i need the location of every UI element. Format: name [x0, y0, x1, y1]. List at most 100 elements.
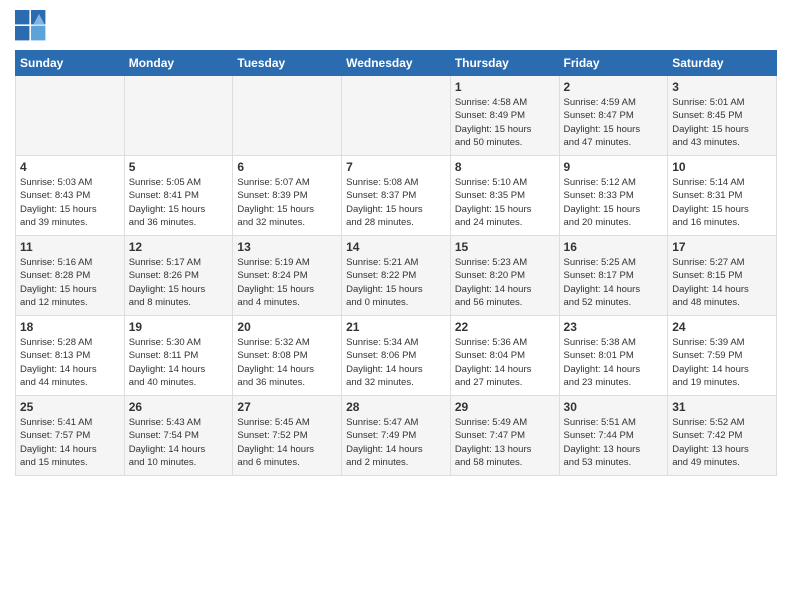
day-number: 8	[455, 160, 555, 174]
header-cell-tuesday: Tuesday	[233, 51, 342, 76]
day-number: 23	[564, 320, 664, 334]
day-number: 22	[455, 320, 555, 334]
day-cell: 5Sunrise: 5:05 AM Sunset: 8:41 PM Daylig…	[124, 156, 233, 236]
day-cell: 29 Sunrise: 5:49 AM Sunset: 7:47 PM Dayli…	[450, 396, 559, 476]
day-info: Sunrise: 4:59 AM Sunset: 8:47 PM Dayligh…	[564, 96, 664, 149]
day-info: Sunrise: 5:25 AM Sunset: 8:17 PM Dayligh…	[564, 256, 664, 309]
day-info: Sunrise: 5:05 AM Sunset: 8:41 PM Dayligh…	[129, 176, 229, 229]
week-row-3: 18 Sunrise: 5:28 AM Sunset: 8:13 PM Dayli…	[16, 316, 777, 396]
day-info: Sunrise: 5:45 AM Sunset: 7:52 PM Dayligh…	[237, 416, 337, 469]
day-cell: 9Sunrise: 5:12 AM Sunset: 8:33 PM Daylig…	[559, 156, 668, 236]
day-number: 13	[237, 240, 337, 254]
day-number: 2	[564, 80, 664, 94]
day-number: 15	[455, 240, 555, 254]
page-container: SundayMondayTuesdayWednesdayThursdayFrid…	[0, 0, 792, 486]
day-info: Sunrise: 5:08 AM Sunset: 8:37 PM Dayligh…	[346, 176, 446, 229]
week-row-0: 1Sunrise: 4:58 AM Sunset: 8:49 PM Daylig…	[16, 76, 777, 156]
day-number: 28	[346, 400, 446, 414]
day-number: 12	[129, 240, 229, 254]
day-number: 10	[672, 160, 772, 174]
day-info: Sunrise: 5:43 AM Sunset: 7:54 PM Dayligh…	[129, 416, 229, 469]
day-info: Sunrise: 5:36 AM Sunset: 8:04 PM Dayligh…	[455, 336, 555, 389]
day-number: 6	[237, 160, 337, 174]
day-info: Sunrise: 5:49 AM Sunset: 7:47 PM Dayligh…	[455, 416, 555, 469]
day-number: 14	[346, 240, 446, 254]
day-number: 19	[129, 320, 229, 334]
calendar-table: SundayMondayTuesdayWednesdayThursdayFrid…	[15, 50, 777, 476]
day-cell: 15 Sunrise: 5:23 AM Sunset: 8:20 PM Dayli…	[450, 236, 559, 316]
day-cell: 24 Sunrise: 5:39 AM Sunset: 7:59 PM Dayli…	[668, 316, 777, 396]
day-cell: 10 Sunrise: 5:14 AM Sunset: 8:31 PM Dayli…	[668, 156, 777, 236]
header-cell-friday: Friday	[559, 51, 668, 76]
header-row: SundayMondayTuesdayWednesdayThursdayFrid…	[16, 51, 777, 76]
day-info: Sunrise: 5:32 AM Sunset: 8:08 PM Dayligh…	[237, 336, 337, 389]
week-row-2: 11Sunrise: 5:16 AM Sunset: 8:28 PM Dayli…	[16, 236, 777, 316]
day-info: Sunrise: 5:34 AM Sunset: 8:06 PM Dayligh…	[346, 336, 446, 389]
day-info: Sunrise: 5:27 AM Sunset: 8:15 PM Dayligh…	[672, 256, 772, 309]
day-number: 18	[20, 320, 120, 334]
header-cell-thursday: Thursday	[450, 51, 559, 76]
day-number: 20	[237, 320, 337, 334]
day-info: Sunrise: 5:28 AM Sunset: 8:13 PM Dayligh…	[20, 336, 120, 389]
day-number: 3	[672, 80, 772, 94]
day-cell: 27 Sunrise: 5:45 AM Sunset: 7:52 PM Dayli…	[233, 396, 342, 476]
day-cell: 19 Sunrise: 5:30 AM Sunset: 8:11 PM Dayli…	[124, 316, 233, 396]
day-info: Sunrise: 5:12 AM Sunset: 8:33 PM Dayligh…	[564, 176, 664, 229]
day-info: Sunrise: 5:47 AM Sunset: 7:49 PM Dayligh…	[346, 416, 446, 469]
day-cell: 25Sunrise: 5:41 AM Sunset: 7:57 PM Dayli…	[16, 396, 125, 476]
day-cell: 4 Sunrise: 5:03 AM Sunset: 8:43 PM Daylig…	[16, 156, 125, 236]
day-cell	[16, 76, 125, 156]
calendar-header: SundayMondayTuesdayWednesdayThursdayFrid…	[16, 51, 777, 76]
day-cell: 3 Sunrise: 5:01 AM Sunset: 8:45 PM Daylig…	[668, 76, 777, 156]
day-cell: 22 Sunrise: 5:36 AM Sunset: 8:04 PM Dayli…	[450, 316, 559, 396]
day-info: Sunrise: 5:10 AM Sunset: 8:35 PM Dayligh…	[455, 176, 555, 229]
day-number: 7	[346, 160, 446, 174]
day-number: 21	[346, 320, 446, 334]
day-cell: 21 Sunrise: 5:34 AM Sunset: 8:06 PM Dayli…	[342, 316, 451, 396]
day-cell: 23 Sunrise: 5:38 AM Sunset: 8:01 PM Dayli…	[559, 316, 668, 396]
day-info: Sunrise: 5:30 AM Sunset: 8:11 PM Dayligh…	[129, 336, 229, 389]
day-number: 30	[564, 400, 664, 414]
day-info: Sunrise: 5:52 AM Sunset: 7:42 PM Dayligh…	[672, 416, 772, 469]
day-info: Sunrise: 5:39 AM Sunset: 7:59 PM Dayligh…	[672, 336, 772, 389]
week-row-4: 25Sunrise: 5:41 AM Sunset: 7:57 PM Dayli…	[16, 396, 777, 476]
day-number: 4	[20, 160, 120, 174]
day-cell: 6 Sunrise: 5:07 AM Sunset: 8:39 PM Daylig…	[233, 156, 342, 236]
day-info: Sunrise: 5:51 AM Sunset: 7:44 PM Dayligh…	[564, 416, 664, 469]
day-info: Sunrise: 5:19 AM Sunset: 8:24 PM Dayligh…	[237, 256, 337, 309]
header-cell-wednesday: Wednesday	[342, 51, 451, 76]
day-cell	[233, 76, 342, 156]
day-number: 27	[237, 400, 337, 414]
day-cell: 17 Sunrise: 5:27 AM Sunset: 8:15 PM Dayli…	[668, 236, 777, 316]
day-info: Sunrise: 5:21 AM Sunset: 8:22 PM Dayligh…	[346, 256, 446, 309]
header-cell-sunday: Sunday	[16, 51, 125, 76]
day-cell: 16 Sunrise: 5:25 AM Sunset: 8:17 PM Dayli…	[559, 236, 668, 316]
day-info: Sunrise: 5:14 AM Sunset: 8:31 PM Dayligh…	[672, 176, 772, 229]
day-cell: 31Sunrise: 5:52 AM Sunset: 7:42 PM Dayli…	[668, 396, 777, 476]
day-info: Sunrise: 5:01 AM Sunset: 8:45 PM Dayligh…	[672, 96, 772, 149]
day-cell: 20 Sunrise: 5:32 AM Sunset: 8:08 PM Dayli…	[233, 316, 342, 396]
day-cell: 30 Sunrise: 5:51 AM Sunset: 7:44 PM Dayli…	[559, 396, 668, 476]
day-number: 1	[455, 80, 555, 94]
header-cell-monday: Monday	[124, 51, 233, 76]
day-info: Sunrise: 5:16 AM Sunset: 8:28 PM Dayligh…	[20, 256, 120, 309]
day-info: Sunrise: 5:07 AM Sunset: 8:39 PM Dayligh…	[237, 176, 337, 229]
day-number: 26	[129, 400, 229, 414]
day-number: 24	[672, 320, 772, 334]
day-info: Sunrise: 5:23 AM Sunset: 8:20 PM Dayligh…	[455, 256, 555, 309]
day-number: 25	[20, 400, 120, 414]
day-cell: 28 Sunrise: 5:47 AM Sunset: 7:49 PM Dayli…	[342, 396, 451, 476]
logo	[15, 10, 51, 42]
day-info: Sunrise: 5:38 AM Sunset: 8:01 PM Dayligh…	[564, 336, 664, 389]
week-row-1: 4 Sunrise: 5:03 AM Sunset: 8:43 PM Daylig…	[16, 156, 777, 236]
day-number: 29	[455, 400, 555, 414]
day-cell: 7 Sunrise: 5:08 AM Sunset: 8:37 PM Daylig…	[342, 156, 451, 236]
day-cell: 2 Sunrise: 4:59 AM Sunset: 8:47 PM Daylig…	[559, 76, 668, 156]
day-number: 16	[564, 240, 664, 254]
day-number: 17	[672, 240, 772, 254]
day-cell: 18 Sunrise: 5:28 AM Sunset: 8:13 PM Dayli…	[16, 316, 125, 396]
day-cell: 1Sunrise: 4:58 AM Sunset: 8:49 PM Daylig…	[450, 76, 559, 156]
day-info: Sunrise: 5:03 AM Sunset: 8:43 PM Dayligh…	[20, 176, 120, 229]
day-cell	[342, 76, 451, 156]
day-cell: 11Sunrise: 5:16 AM Sunset: 8:28 PM Dayli…	[16, 236, 125, 316]
